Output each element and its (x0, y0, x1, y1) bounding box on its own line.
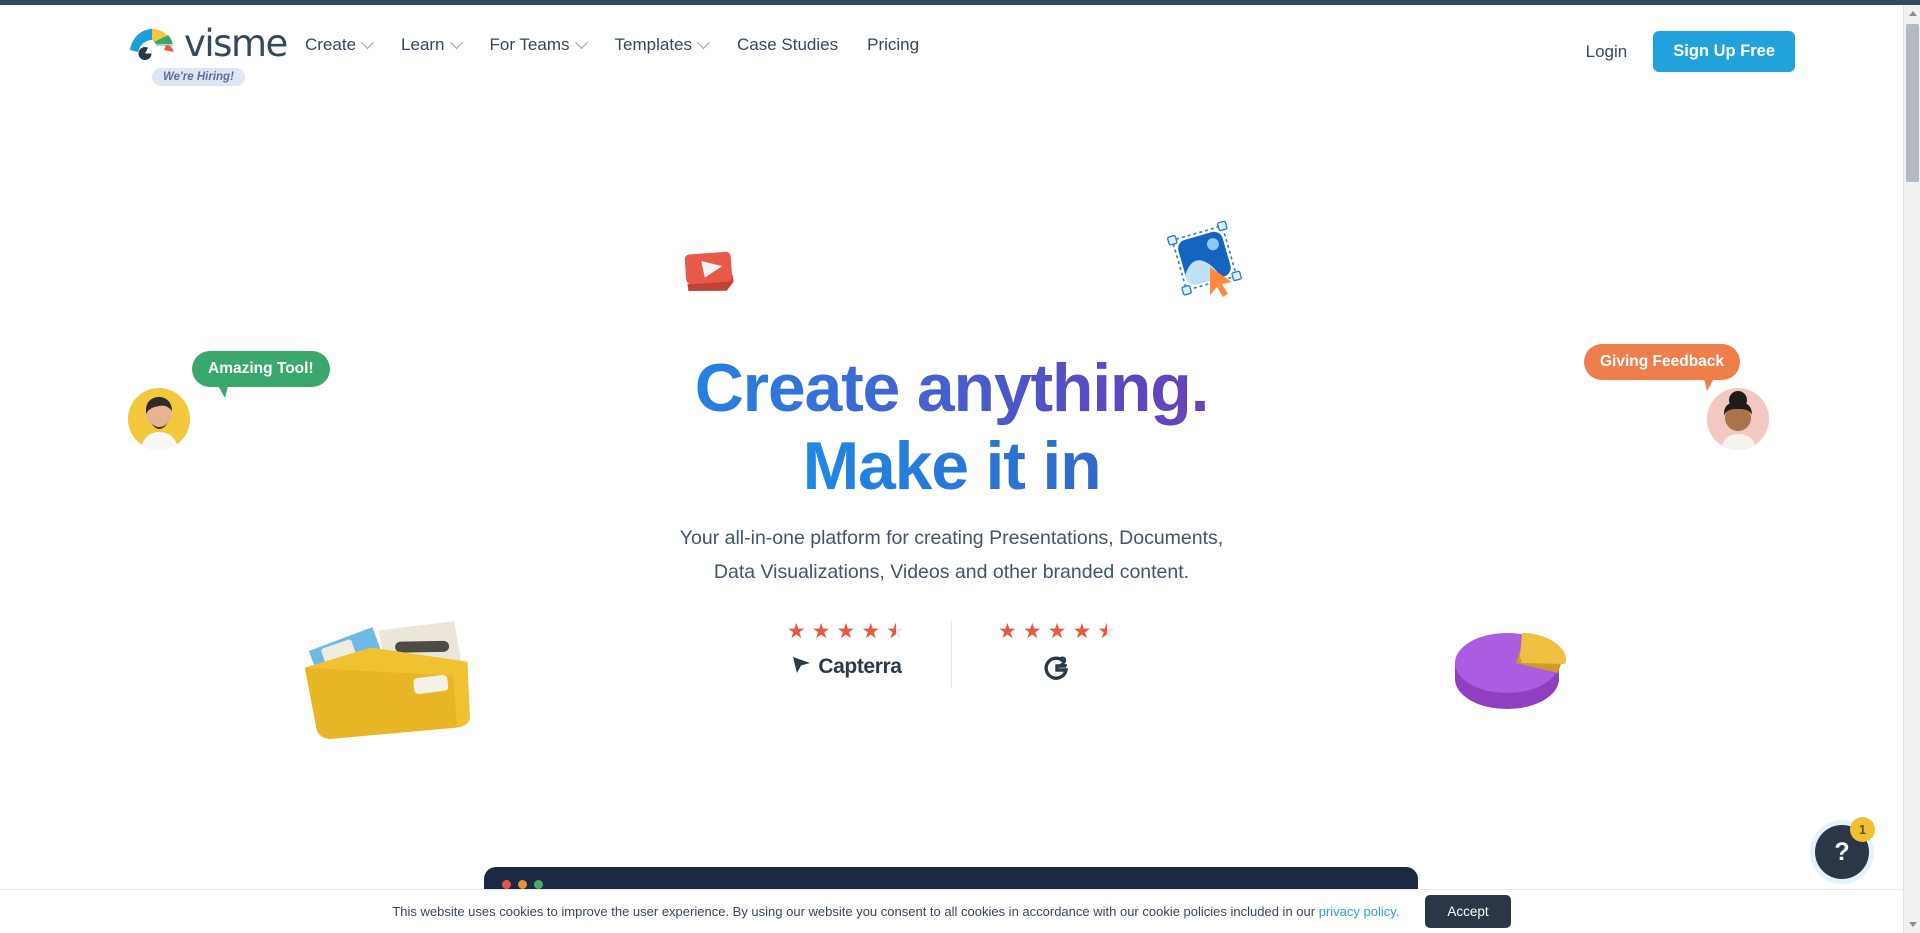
chevron-down-icon (361, 35, 374, 49)
chevron-down-icon (574, 35, 588, 49)
star-half-icon: ★ (886, 621, 905, 642)
star-icon: ★ (1072, 620, 1092, 643)
chevron-down-icon (449, 35, 463, 49)
page-scrollbar[interactable] (1903, 5, 1920, 933)
chevron-down-icon (1908, 922, 1917, 927)
nav-label: Case Studies (737, 35, 839, 54)
minimize-dot-icon (518, 880, 527, 889)
chevron-up-icon (1908, 11, 1917, 16)
privacy-policy-link[interactable]: privacy policy. (1319, 904, 1400, 919)
star-rating: ★ ★ ★ ★ ★ (787, 621, 905, 642)
scrollbar-thumb[interactable] (1906, 24, 1919, 182)
capterra-brand: Capterra (790, 653, 902, 680)
login-link[interactable]: Login (1586, 42, 1628, 62)
star-icon: ★ (836, 620, 856, 643)
sign-up-free-button[interactable]: Sign Up Free (1653, 31, 1795, 72)
maximize-dot-icon (534, 880, 543, 889)
capterra-cursor-icon (790, 653, 812, 680)
help-notification-badge[interactable]: 1 (1850, 817, 1875, 842)
site-logo[interactable]: visme (126, 21, 288, 65)
image-selection-3d-icon (1166, 220, 1244, 304)
cookie-message: This website uses cookies to improve the… (392, 904, 1399, 919)
nav-label: Pricing (867, 35, 920, 54)
play-button-3d-icon (674, 241, 744, 308)
star-icon: ★ (811, 620, 831, 643)
nav-label: Create (305, 35, 357, 54)
nav-item-templates[interactable]: Templates (614, 35, 710, 55)
nav-item-case-studies[interactable]: Case Studies (737, 35, 838, 55)
nav-label: Templates (614, 35, 692, 54)
rating-capterra[interactable]: ★ ★ ★ ★ ★ Capterra (741, 621, 951, 688)
nav-item-pricing[interactable]: Pricing (867, 35, 919, 55)
g2-brand (1042, 653, 1072, 688)
star-icon: ★ (786, 620, 806, 643)
cookie-consent-banner: This website uses cookies to improve the… (0, 889, 1903, 933)
hiring-badge[interactable]: We're Hiring! (152, 68, 245, 86)
page-title: Create anything. Make it in (0, 350, 1903, 505)
nav-item-for-teams[interactable]: For Teams (489, 35, 588, 55)
subhead-line-2: Data Visualizations, Videos and other br… (713, 561, 1190, 584)
headline-line-1: Create anything. (0, 350, 1903, 428)
subhead-line-1: Your all-in-one platform for creating Pr… (679, 527, 1224, 549)
star-rating: ★ ★ ★ ★ ★ (998, 621, 1116, 642)
star-half-icon: ★ (1097, 621, 1116, 642)
brand-label: Capterra (818, 654, 902, 678)
ratings-row: ★ ★ ★ ★ ★ Capterra ★ ★ ★ (0, 621, 1903, 688)
scroll-down-button[interactable] (1904, 916, 1920, 933)
hero-section: Amazing Tool! Giving Feedback Create any (0, 93, 1903, 933)
star-icon: ★ (998, 620, 1017, 643)
chevron-down-icon (697, 35, 710, 49)
close-dot-icon (502, 880, 511, 889)
accept-cookies-button[interactable]: Accept (1425, 895, 1511, 928)
visme-fan-logo-icon (126, 23, 178, 63)
help-widget[interactable]: ? 1 (1810, 817, 1875, 884)
page-content: visme We're Hiring! Create Learn For Tea… (0, 5, 1903, 933)
cookie-text-body: This website uses cookies to improve the… (392, 904, 1319, 919)
star-icon: ★ (1022, 620, 1042, 643)
logo-wordmark: visme (184, 21, 288, 65)
nav-item-learn[interactable]: Learn (401, 35, 463, 55)
g2-logo-icon (1042, 653, 1072, 688)
nav-label: For Teams (489, 35, 570, 54)
star-icon: ★ (1047, 620, 1067, 643)
site-header: visme We're Hiring! Create Learn For Tea… (0, 5, 1903, 93)
header-actions: Login Sign Up Free (1586, 31, 1795, 72)
star-icon: ★ (861, 620, 881, 643)
headline-line-2: Make it in (0, 428, 1903, 506)
hero-subheading: Your all-in-one platform for creating Pr… (0, 521, 1903, 589)
nav-label: Learn (401, 35, 445, 54)
scroll-up-button[interactable] (1904, 5, 1920, 22)
main-nav: Create Learn For Teams Templates Case St… (305, 35, 919, 55)
rating-g2[interactable]: ★ ★ ★ ★ ★ (951, 621, 1162, 688)
nav-item-create[interactable]: Create (305, 35, 374, 55)
